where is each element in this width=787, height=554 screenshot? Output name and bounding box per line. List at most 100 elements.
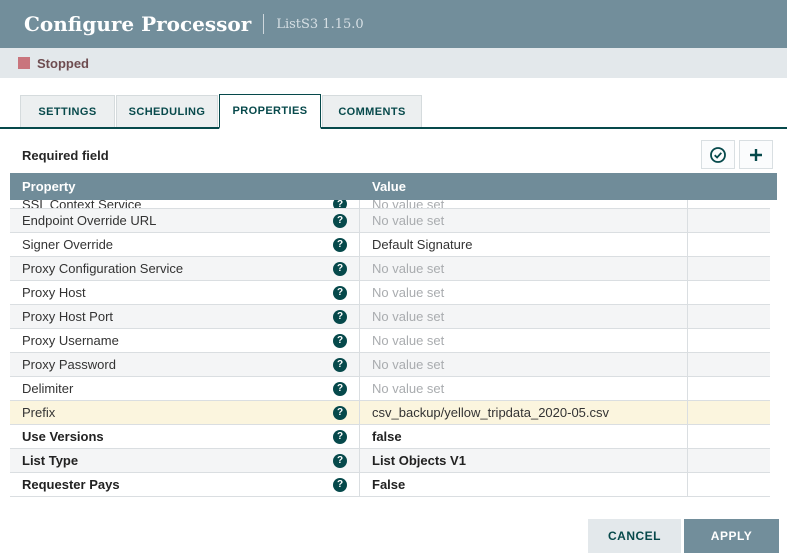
property-name: SSL Context Service (22, 200, 141, 209)
property-value[interactable]: Default Signature (360, 233, 688, 256)
dialog-header: Configure Processor ListS3 1.15.0 (0, 0, 787, 48)
cancel-button[interactable]: CANCEL (588, 519, 681, 553)
help-icon[interactable]: ? (333, 454, 347, 468)
property-cell: Use Versions ? (10, 425, 360, 448)
property-value[interactable]: false (360, 425, 688, 448)
property-value[interactable]: No value set (360, 281, 688, 304)
table-row[interactable]: Proxy Host ? No value set (10, 281, 770, 305)
property-cell: SSL Context Service ? (10, 200, 360, 208)
property-cell: Prefix ? (10, 401, 360, 424)
stopped-state-icon (18, 57, 30, 69)
table-row[interactable]: Proxy Configuration Service ? No value s… (10, 257, 770, 281)
tab-settings[interactable]: SETTINGS (20, 95, 115, 127)
property-name: Requester Pays (22, 477, 120, 492)
required-field-note: Required field (22, 148, 109, 163)
property-value[interactable]: csv_backup/yellow_tripdata_2020-05.csv (360, 401, 688, 424)
help-icon[interactable]: ? (333, 214, 347, 228)
tab-label: SCHEDULING (129, 106, 206, 118)
property-cell: Endpoint Override URL ? (10, 209, 360, 232)
property-name: Use Versions (22, 429, 104, 444)
property-name: Proxy Configuration Service (22, 261, 183, 276)
help-icon[interactable]: ? (333, 382, 347, 396)
table-row[interactable]: Prefix ? csv_backup/yellow_tripdata_2020… (10, 401, 770, 425)
row-extra-cell (688, 473, 770, 496)
property-value[interactable]: No value set (360, 305, 688, 328)
title-divider (263, 14, 264, 34)
property-value[interactable]: No value set (360, 209, 688, 232)
help-icon[interactable]: ? (333, 286, 347, 300)
table-row[interactable]: Signer Override ? Default Signature (10, 233, 770, 257)
row-extra-cell (688, 353, 770, 376)
table-row[interactable]: SSL Context Service ? No value set (10, 200, 770, 209)
tab-properties[interactable]: PROPERTIES (219, 94, 321, 129)
row-extra-cell (688, 401, 770, 424)
property-name: Prefix (22, 405, 55, 420)
table-row[interactable]: Proxy Username ? No value set (10, 329, 770, 353)
property-name: Proxy Password (22, 357, 116, 372)
configure-processor-dialog: Configure Processor ListS3 1.15.0 Stoppe… (0, 0, 787, 554)
property-cell: Proxy Password ? (10, 353, 360, 376)
apply-button[interactable]: APPLY (684, 519, 779, 553)
property-cell: Proxy Configuration Service ? (10, 257, 360, 280)
row-extra-cell (688, 305, 770, 328)
row-extra-cell (688, 233, 770, 256)
help-icon[interactable]: ? (333, 238, 347, 252)
verify-properties-button[interactable] (701, 140, 735, 169)
table-row[interactable]: Delimiter ? No value set (10, 377, 770, 401)
table-row[interactable]: Use Versions ? false (10, 425, 770, 449)
row-extra-cell (688, 329, 770, 352)
tab-label: COMMENTS (338, 106, 405, 118)
tab-label: PROPERTIES (233, 105, 308, 117)
table-row[interactable]: List Type ? List Objects V1 (10, 449, 770, 473)
tab-comments[interactable]: COMMENTS (322, 95, 422, 127)
property-name: List Type (22, 453, 78, 468)
property-name: Proxy Host (22, 285, 86, 300)
table-row[interactable]: Proxy Password ? No value set (10, 353, 770, 377)
properties-table: Property Value SSL Context Service ? No … (10, 173, 777, 497)
help-icon[interactable]: ? (333, 430, 347, 444)
help-icon[interactable]: ? (333, 478, 347, 492)
property-value[interactable]: No value set (360, 329, 688, 352)
help-icon[interactable]: ? (333, 262, 347, 276)
property-name: Delimiter (22, 381, 73, 396)
property-value[interactable]: List Objects V1 (360, 449, 688, 472)
check-circle-icon (709, 146, 727, 164)
row-extra-cell (688, 200, 770, 208)
property-value[interactable]: No value set (360, 377, 688, 400)
row-extra-cell (688, 377, 770, 400)
property-value[interactable]: No value set (360, 200, 688, 208)
dialog-title: Configure Processor (24, 12, 251, 36)
add-property-button[interactable] (739, 140, 773, 169)
tab-scheduling[interactable]: SCHEDULING (116, 95, 218, 127)
property-value[interactable]: False (360, 473, 688, 496)
plus-icon (748, 147, 764, 163)
table-toolbar (701, 140, 773, 169)
help-icon[interactable]: ? (333, 200, 347, 209)
processor-name-version: ListS3 1.15.0 (276, 17, 363, 32)
property-name: Endpoint Override URL (22, 213, 156, 228)
row-extra-cell (688, 209, 770, 232)
tabs: SETTINGS SCHEDULING PROPERTIES COMMENTS (0, 95, 787, 129)
help-icon[interactable]: ? (333, 334, 347, 348)
table-row[interactable]: Endpoint Override URL ? No value set (10, 209, 770, 233)
property-cell: Proxy Host ? (10, 281, 360, 304)
row-extra-cell (688, 257, 770, 280)
help-icon[interactable]: ? (333, 310, 347, 324)
column-header-value: Value (360, 179, 406, 194)
property-cell: Proxy Username ? (10, 329, 360, 352)
property-value[interactable]: No value set (360, 257, 688, 280)
table-header: Property Value (10, 173, 777, 200)
row-extra-cell (688, 425, 770, 448)
status-bar: Stopped (0, 48, 787, 78)
property-cell: Requester Pays ? (10, 473, 360, 496)
help-icon[interactable]: ? (333, 358, 347, 372)
row-extra-cell (688, 281, 770, 304)
help-icon[interactable]: ? (333, 406, 347, 420)
property-value[interactable]: No value set (360, 353, 688, 376)
table-row[interactable]: Proxy Host Port ? No value set (10, 305, 770, 329)
property-name: Proxy Username (22, 333, 119, 348)
property-name: Signer Override (22, 237, 113, 252)
table-row[interactable]: Requester Pays ? False (10, 473, 770, 497)
property-name: Proxy Host Port (22, 309, 113, 324)
properties-table-body: SSL Context Service ? No value set Endpo… (10, 200, 770, 497)
